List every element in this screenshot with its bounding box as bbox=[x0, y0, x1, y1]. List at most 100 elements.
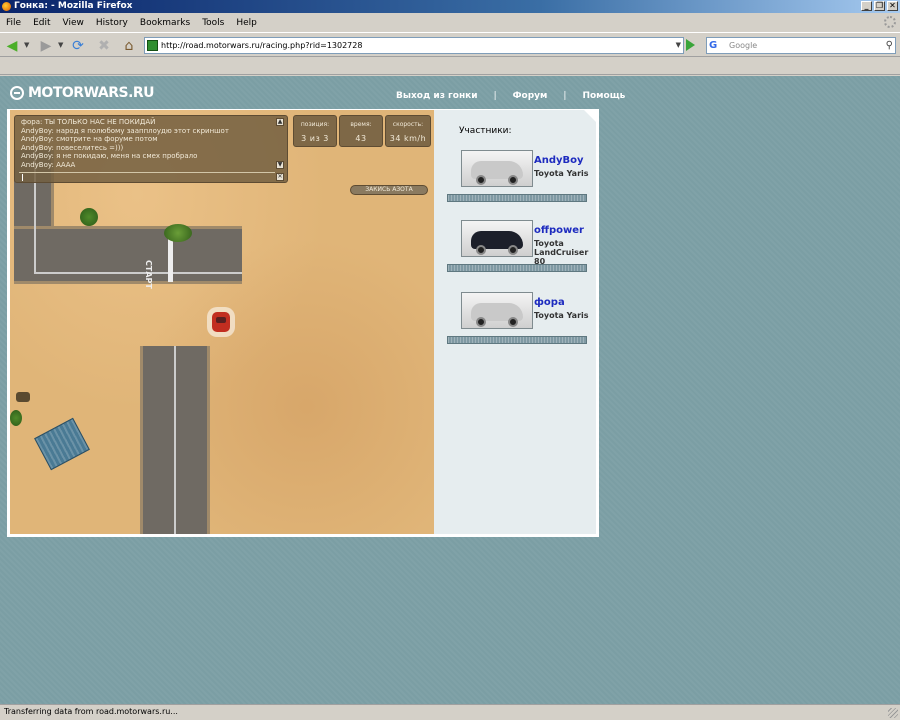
menu-bookmarks[interactable]: Bookmarks bbox=[140, 18, 190, 28]
menu-history[interactable]: History bbox=[96, 18, 128, 28]
participant-name[interactable]: AndyBoy bbox=[534, 155, 584, 166]
forward-icon[interactable]: ▶ bbox=[38, 38, 54, 54]
participant-car: Toyota LandCruiser 80 bbox=[534, 239, 589, 266]
navigation-toolbar: ◀ ▼ ▶ ▼ ⟳ ✖ ⌂ http://road.motorwars.ru/r… bbox=[0, 32, 900, 57]
car-thumbnail[interactable] bbox=[461, 150, 533, 187]
participant-name[interactable]: фора bbox=[534, 297, 565, 308]
chat-text: ТЫ ТОЛЬКО НАС НЕ ПОКИДАЙ bbox=[44, 118, 156, 126]
wheel-icon bbox=[476, 317, 486, 327]
time-stat: время: 43 bbox=[339, 115, 383, 147]
nav-separator: | bbox=[563, 91, 567, 101]
search-icon[interactable]: ⚲ bbox=[886, 39, 893, 52]
resize-grip-icon[interactable] bbox=[888, 708, 898, 718]
progress-bar bbox=[447, 336, 587, 344]
car-thumbnail[interactable] bbox=[461, 292, 533, 329]
site-logo[interactable]: MOTORWARS.RU bbox=[10, 85, 155, 101]
wheel-icon bbox=[476, 245, 486, 255]
nitro-button[interactable]: ЗАКИСЬ АЗОТА bbox=[350, 185, 428, 195]
menu-view[interactable]: View bbox=[63, 18, 84, 28]
time-label: время: bbox=[350, 121, 372, 128]
chat-nick: AndyBoy bbox=[21, 160, 52, 169]
participants-title: Участники: bbox=[459, 126, 512, 136]
chat-nick: AndyBoy bbox=[21, 143, 52, 152]
back-icon[interactable]: ◀ bbox=[4, 38, 20, 54]
status-bar: Transferring data from road.motorwars.ru… bbox=[0, 704, 900, 720]
back-history-dropdown-icon[interactable]: ▼ bbox=[24, 41, 29, 49]
throbber-icon bbox=[884, 16, 896, 28]
chat-scroll-up-icon[interactable]: ▲ bbox=[276, 118, 284, 126]
chat-nick: AndyBoy bbox=[21, 152, 52, 161]
stop-icon[interactable]: ✖ bbox=[96, 38, 112, 54]
go-icon[interactable] bbox=[686, 39, 695, 51]
search-placeholder: Google bbox=[729, 41, 758, 50]
chat-nick: AndyBoy bbox=[21, 135, 52, 144]
position-stat: позиция: 3 из 3 bbox=[293, 115, 337, 147]
chat-text: народ я полюбому заапплоудю этот скриншо… bbox=[56, 126, 229, 135]
window-titlebar: Гонка: - Mozilla Firefox _ ❐ ✕ bbox=[0, 0, 900, 13]
road-lane-line bbox=[174, 346, 176, 534]
reload-icon[interactable]: ⟳ bbox=[70, 38, 86, 54]
menu-help[interactable]: Help bbox=[236, 18, 257, 28]
position-label: позиция: bbox=[300, 121, 330, 128]
chat-text: повеселитесь =))) bbox=[56, 143, 124, 152]
road-segment bbox=[14, 226, 242, 284]
progress-bar bbox=[447, 194, 587, 202]
progress-bar bbox=[447, 264, 587, 272]
chat-nick: фора bbox=[21, 118, 41, 126]
url-dropdown-icon[interactable]: ▼ bbox=[676, 38, 681, 53]
google-icon[interactable]: G bbox=[709, 39, 717, 52]
chat-message: AndyBoy: смотрите на форуме потом bbox=[21, 135, 158, 144]
chat-message: AndyBoy: народ я полюбому заапплоудю это… bbox=[21, 126, 229, 135]
page-viewport: MOTORWARS.RU Выход из гонки | Форум | По… bbox=[0, 76, 900, 704]
barrel-icon bbox=[16, 392, 30, 402]
chat-input[interactable] bbox=[19, 172, 275, 182]
start-label: СТАРТ bbox=[144, 260, 153, 289]
exit-race-link[interactable]: Выход из гонки bbox=[396, 91, 478, 101]
participants-panel: Участники: AndyBoy Toyota Yaris offpower… bbox=[434, 110, 596, 534]
position-value: 3 из 3 bbox=[301, 134, 329, 143]
menu-bar: File Edit View History Bookmarks Tools H… bbox=[0, 14, 900, 31]
logo-text: MOTORWARS.RU bbox=[28, 85, 155, 101]
forum-link[interactable]: Форум bbox=[513, 91, 548, 101]
race-track[interactable]: СТАРТ фора: ТЫ ТОЛЬКО НАС НЕ ПОКИДАЙ And… bbox=[10, 110, 434, 534]
maximize-button[interactable]: ❐ bbox=[874, 1, 885, 11]
wheel-icon bbox=[508, 317, 518, 327]
window-title: Гонка: - Mozilla Firefox bbox=[14, 1, 133, 11]
firefox-icon bbox=[2, 2, 11, 11]
status-text: Transferring data from road.motorwars.ru… bbox=[4, 707, 178, 716]
chat-scroll-down-icon[interactable]: ▼ bbox=[276, 161, 284, 169]
wheel-icon bbox=[476, 175, 486, 185]
chat-messages: фора: ТЫ ТОЛЬКО НАС НЕ ПОКИДАЙ AndyBoy: … bbox=[21, 118, 273, 170]
minimize-button[interactable]: _ bbox=[861, 1, 872, 11]
chat-message: AndyBoy: повеселитесь =))) bbox=[21, 143, 124, 152]
bush-icon bbox=[80, 208, 98, 226]
bookmarks-toolbar bbox=[0, 58, 900, 75]
search-box[interactable]: G Google ⚲ bbox=[706, 37, 896, 54]
window-controls: _ ❐ ✕ bbox=[861, 1, 898, 11]
container-truck-icon bbox=[34, 417, 90, 471]
player-car-icon bbox=[212, 312, 230, 332]
participant-car: Toyota Yaris bbox=[534, 169, 589, 178]
home-icon[interactable]: ⌂ bbox=[121, 38, 137, 54]
chat-panel: фора: ТЫ ТОЛЬКО НАС НЕ ПОКИДАЙ AndyBoy: … bbox=[14, 115, 288, 183]
help-link[interactable]: Помощь bbox=[582, 91, 625, 101]
chat-message: фора: ТЫ ТОЛЬКО НАС НЕ ПОКИДАЙ bbox=[21, 118, 156, 126]
chat-text: смотрите на форуме потом bbox=[56, 135, 158, 144]
participant-name[interactable]: offpower bbox=[534, 225, 584, 236]
address-url: http://road.motorwars.ru/racing.php?rid=… bbox=[161, 41, 363, 50]
chat-text: АААА bbox=[56, 160, 76, 169]
menu-edit[interactable]: Edit bbox=[33, 18, 50, 28]
menu-file[interactable]: File bbox=[6, 18, 21, 28]
car-thumbnail[interactable] bbox=[461, 220, 533, 257]
forward-history-dropdown-icon[interactable]: ▼ bbox=[58, 41, 63, 49]
site-favicon-icon bbox=[147, 40, 158, 51]
chat-close-icon[interactable]: ✕ bbox=[276, 173, 284, 181]
logo-icon bbox=[10, 86, 24, 100]
text-cursor bbox=[22, 174, 23, 181]
menu-tools[interactable]: Tools bbox=[202, 18, 224, 28]
chat-message: AndyBoy: АААА bbox=[21, 160, 76, 169]
close-button[interactable]: ✕ bbox=[887, 1, 898, 11]
bush-icon bbox=[10, 410, 22, 426]
address-bar[interactable]: http://road.motorwars.ru/racing.php?rid=… bbox=[144, 37, 684, 54]
site-nav: Выход из гонки | Форум | Помощь bbox=[396, 91, 625, 101]
